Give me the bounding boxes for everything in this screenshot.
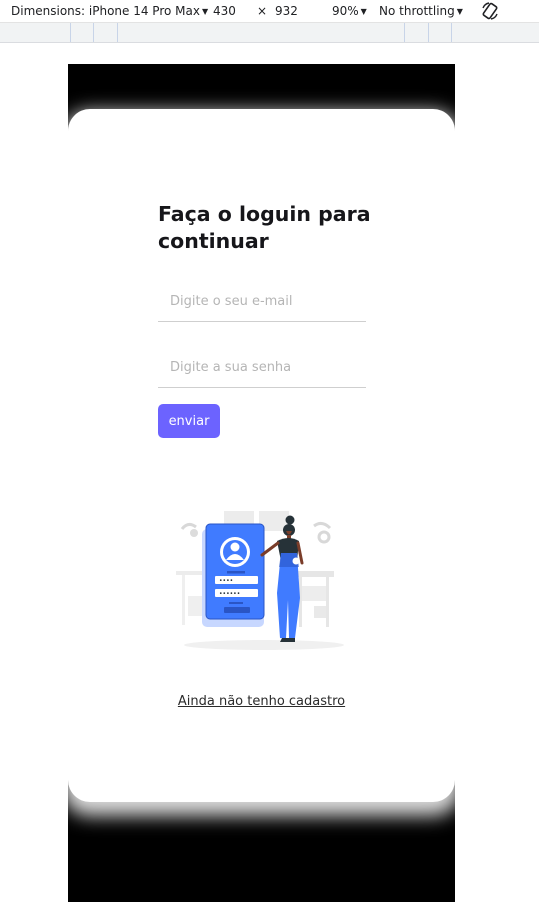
ruler-mark <box>404 23 405 42</box>
dimensions-label: Dimensions: iPhone 14 Pro Max <box>11 4 200 18</box>
height-input[interactable]: 932 <box>275 4 298 18</box>
email-field[interactable] <box>158 282 366 322</box>
devtools-toolbar: Dimensions: iPhone 14 Pro Max ▼ 430 × 932… <box>0 0 539 23</box>
chevron-down-icon: ▼ <box>201 7 209 16</box>
dimensions-separator: × <box>257 4 268 18</box>
password-field[interactable] <box>158 348 366 388</box>
rotate-icon[interactable] <box>480 1 500 21</box>
password-mask-text: •••• <box>219 578 233 585</box>
password-mask-text: •••••• <box>219 591 240 598</box>
ruler-mark <box>451 23 452 42</box>
page-title: Faça o loguin para continuar <box>158 202 371 253</box>
width-input[interactable]: 430 <box>213 4 236 18</box>
login-card: Faça o loguin para continuar enviar <box>68 109 455 802</box>
chevron-down-icon: ▼ <box>360 7 367 16</box>
throttling-label: No throttling <box>379 4 455 18</box>
zoom-select[interactable]: 90% ▼ <box>332 4 367 18</box>
chevron-down-icon: ▼ <box>456 7 463 16</box>
submit-button[interactable]: enviar <box>158 404 220 438</box>
ruler-mark <box>70 23 71 42</box>
ruler-mark <box>93 23 94 42</box>
dimensions-select[interactable]: Dimensions: iPhone 14 Pro Max ▼ <box>11 4 208 18</box>
zoom-label: 90% <box>332 4 359 18</box>
ruler-mark <box>117 23 118 42</box>
signup-link[interactable]: Ainda não tenho cadastro <box>68 694 455 709</box>
ruler-mark <box>428 23 429 42</box>
device-viewport: Faça o loguin para continuar enviar <box>68 64 455 902</box>
throttling-select[interactable]: No throttling ▼ <box>379 4 463 18</box>
login-illustration: •••• •••••• <box>176 511 344 650</box>
media-query-ruler[interactable] <box>0 23 539 43</box>
